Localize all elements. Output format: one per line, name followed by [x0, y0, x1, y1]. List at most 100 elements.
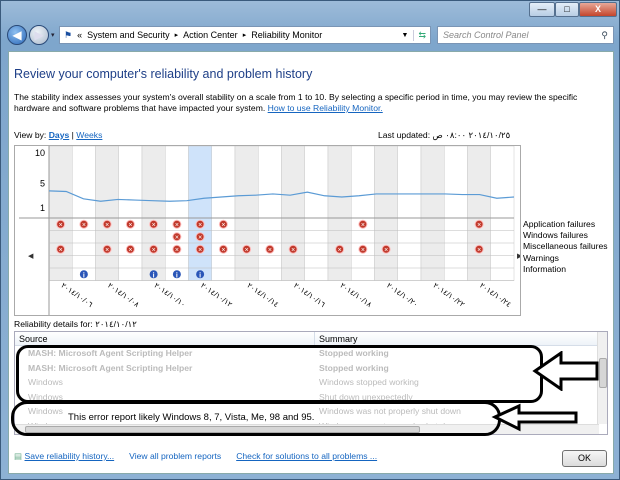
- reliability-chart-svg[interactable]: 10 5 1 × × × × × × × × × × × × × × × × × × × × × × × × × × i i i i ٢٠١٤/١…: [15, 145, 523, 315]
- column-header-source[interactable]: Source: [15, 332, 315, 345]
- column-day[interactable]: [258, 145, 282, 281]
- column-day[interactable]: [141, 145, 166, 281]
- error-icon-glyph: ×: [59, 222, 63, 229]
- address-bar[interactable]: ⚑ « System and Security ▸ Action Center …: [59, 26, 431, 44]
- error-icon-glyph: ×: [291, 247, 295, 254]
- column-day[interactable]: [304, 145, 329, 281]
- error-icon-glyph: ×: [245, 247, 249, 254]
- flag-icon: ⚑: [64, 29, 73, 40]
- date-label: ٢٠١٤/١٠/١٢: [199, 281, 234, 309]
- error-icon-glyph: ×: [82, 222, 86, 229]
- error-icon-glyph: ×: [105, 222, 109, 229]
- back-button[interactable]: ◀: [7, 25, 27, 45]
- window-frame: — □ X ◀ ▶ ▾ ⚑ « System and Security ▸ Ac…: [0, 0, 620, 480]
- view-by: View by: Days | Weeks: [14, 130, 103, 140]
- date-label: ٢٠١٤/١٠/٠٦: [59, 281, 94, 309]
- column-day[interactable]: [397, 145, 422, 281]
- search-icon[interactable]: ⚲: [601, 30, 608, 41]
- date-label: ٢٠١٤/١٠/١٤: [245, 281, 280, 309]
- column-day[interactable]: [281, 145, 305, 281]
- error-icon-glyph: ×: [152, 222, 156, 229]
- error-icon-glyph: ×: [221, 222, 225, 229]
- column-day[interactable]: [444, 145, 468, 281]
- error-icon-glyph: ×: [361, 247, 365, 254]
- date-label: ٢٠١٤/١٠/٢٤: [478, 281, 513, 309]
- error-icon-glyph: ×: [175, 247, 179, 254]
- last-updated: Last updated: ٢٠١٤/١٠/٢٥ ٠٨:٠٠ ص: [378, 130, 511, 140]
- info-icon-glyph: i: [153, 272, 155, 279]
- error-icon-glyph: ×: [128, 222, 132, 229]
- error-icon-glyph: ×: [152, 247, 156, 254]
- check-solutions-link[interactable]: Check for solutions to all problems ...: [236, 451, 377, 462]
- scroll-right-arrow[interactable]: ▶: [517, 253, 523, 260]
- y-tick-label: 5: [40, 179, 45, 189]
- annotation-note: This error report likely Windows 8, 7, V…: [68, 412, 315, 423]
- date-label: ٢٠١٤/١٠/٢٠: [385, 281, 420, 309]
- date-label: ٢٠١٤/١٠/١٨: [338, 281, 374, 310]
- arrow-icon: [532, 351, 599, 391]
- view-weeks-link[interactable]: Weeks: [76, 130, 102, 140]
- page-title: Review your computer's reliability and p…: [14, 67, 313, 81]
- ok-button[interactable]: OK: [562, 450, 607, 467]
- refresh-icon[interactable]: ⇆: [413, 29, 430, 41]
- column-day[interactable]: [118, 145, 143, 281]
- breadcrumb-separator[interactable]: ▸: [243, 31, 247, 39]
- column-day[interactable]: [420, 145, 445, 281]
- date-label: ٢٠١٤/١٠/٢٢: [431, 281, 466, 309]
- column-day[interactable]: [327, 145, 352, 281]
- close-button[interactable]: X: [579, 2, 617, 17]
- view-days-link[interactable]: Days: [49, 130, 70, 140]
- arrow-icon: [491, 403, 578, 432]
- date-label: ٢٠١٤/١٠/١٦: [292, 281, 327, 309]
- maximize-button[interactable]: □: [555, 2, 579, 17]
- info-icon-glyph: i: [199, 272, 201, 279]
- column-day[interactable]: [234, 145, 259, 281]
- error-icon-glyph: ×: [198, 247, 202, 254]
- error-icon-glyph: ×: [198, 222, 202, 229]
- breadcrumb-action-center[interactable]: Action Center: [183, 30, 238, 40]
- legend-misc-failures: Miscellaneous failures: [523, 241, 608, 252]
- scroll-left-arrow[interactable]: ◀: [28, 253, 34, 260]
- error-icon-glyph: ×: [128, 247, 132, 254]
- annotation-ellipse-top: [16, 345, 543, 403]
- details-label: Reliability details for: ٢٠١٤/١٠/١٢: [14, 319, 137, 329]
- error-icon-glyph: ×: [175, 222, 179, 229]
- error-icon-glyph: ×: [338, 247, 342, 254]
- error-icon-glyph: ×: [221, 247, 225, 254]
- minimize-button[interactable]: —: [529, 2, 555, 17]
- reliability-chart[interactable]: 10 5 1 × × × × × × × × × × × × × × × × × × × × × × × × × × i i i i ٢٠١٤/١…: [14, 145, 523, 316]
- error-icon-glyph: ×: [198, 234, 202, 241]
- column-header-summary[interactable]: Summary: [315, 332, 362, 345]
- legend-windows-failures: Windows failures: [523, 230, 588, 241]
- save-icon: ▤: [14, 451, 23, 461]
- help-link[interactable]: How to use Reliability Monitor.: [268, 103, 383, 113]
- error-icon-glyph: ×: [59, 247, 63, 254]
- y-tick-label: 10: [35, 148, 45, 158]
- address-dropdown-icon[interactable]: ▼: [402, 32, 409, 39]
- column-day[interactable]: [374, 145, 398, 281]
- column-day[interactable]: [467, 145, 491, 281]
- forward-button[interactable]: ▶: [29, 25, 49, 45]
- column-day[interactable]: [72, 145, 96, 281]
- info-icon-glyph: i: [83, 272, 85, 279]
- error-icon-glyph: ×: [384, 247, 388, 254]
- date-label: ٢٠١٤/١٠/٠٨: [106, 281, 142, 310]
- breadcrumb-overflow[interactable]: «: [77, 30, 82, 40]
- column-day[interactable]: [211, 145, 236, 281]
- y-tick-label: 1: [40, 203, 45, 213]
- column-day[interactable]: [351, 145, 375, 281]
- breadcrumb-system-security[interactable]: System and Security: [87, 30, 170, 40]
- column-day[interactable]: [48, 145, 73, 281]
- column-day[interactable]: [95, 145, 119, 281]
- legend-information: Information: [523, 263, 566, 274]
- column-day[interactable]: [165, 145, 189, 281]
- breadcrumb-separator[interactable]: ▸: [175, 31, 179, 39]
- save-history-link[interactable]: ▤ Save reliability history...: [14, 451, 114, 462]
- page-description: The stability index assesses your system…: [14, 92, 578, 113]
- column-day[interactable]: [188, 145, 212, 281]
- column-day[interactable]: [490, 145, 515, 281]
- error-icon-glyph: ×: [175, 234, 179, 241]
- view-all-reports-link[interactable]: View all problem reports: [129, 451, 221, 462]
- search-input[interactable]: Search Control Panel ⚲: [437, 26, 614, 44]
- recent-pages-dropdown[interactable]: ▾: [51, 31, 55, 39]
